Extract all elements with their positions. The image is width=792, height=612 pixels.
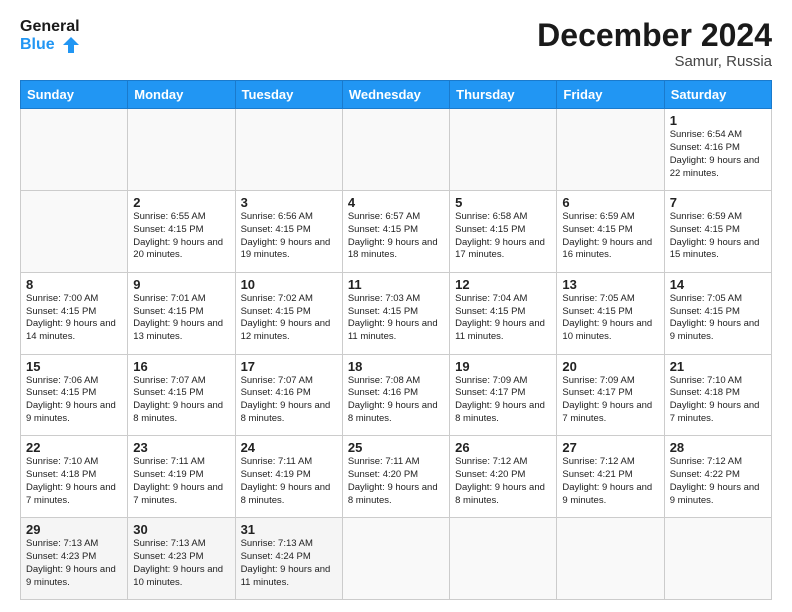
calendar-cell: 21Sunrise: 7:10 AMSunset: 4:18 PMDayligh…: [664, 354, 771, 436]
calendar-cell: 14Sunrise: 7:05 AMSunset: 4:15 PMDayligh…: [664, 272, 771, 354]
calendar-cell: 29Sunrise: 7:13 AMSunset: 4:23 PMDayligh…: [21, 518, 128, 600]
empty-cell: [128, 109, 235, 191]
calendar-cell: 17Sunrise: 7:07 AMSunset: 4:16 PMDayligh…: [235, 354, 342, 436]
empty-cell: [21, 109, 128, 191]
calendar-cell: 22Sunrise: 7:10 AMSunset: 4:18 PMDayligh…: [21, 436, 128, 518]
day-header: Friday: [557, 81, 664, 109]
empty-cell: [235, 109, 342, 191]
calendar-cell: 8Sunrise: 7:00 AMSunset: 4:15 PMDaylight…: [21, 272, 128, 354]
calendar-cell: 25Sunrise: 7:11 AMSunset: 4:20 PMDayligh…: [342, 436, 449, 518]
day-header: Wednesday: [342, 81, 449, 109]
day-header: Sunday: [21, 81, 128, 109]
calendar-cell: 12Sunrise: 7:04 AMSunset: 4:15 PMDayligh…: [450, 272, 557, 354]
day-header: Monday: [128, 81, 235, 109]
empty-cell: [342, 109, 449, 191]
calendar-cell: 31Sunrise: 7:13 AMSunset: 4:24 PMDayligh…: [235, 518, 342, 600]
title-block: December 2024 Samur, Russia: [537, 18, 772, 70]
calendar-cell: 4Sunrise: 6:57 AMSunset: 4:15 PMDaylight…: [342, 190, 449, 272]
calendar-cell: 23Sunrise: 7:11 AMSunset: 4:19 PMDayligh…: [128, 436, 235, 518]
month-title: December 2024: [537, 18, 772, 53]
calendar-cell: 3Sunrise: 6:56 AMSunset: 4:15 PMDaylight…: [235, 190, 342, 272]
calendar-cell: 18Sunrise: 7:08 AMSunset: 4:16 PMDayligh…: [342, 354, 449, 436]
calendar-table: SundayMondayTuesdayWednesdayThursdayFrid…: [20, 80, 772, 600]
location: Samur, Russia: [537, 53, 772, 70]
day-header: Tuesday: [235, 81, 342, 109]
empty-cell: [450, 109, 557, 191]
calendar-cell: 1Sunrise: 6:54 AMSunset: 4:16 PMDaylight…: [664, 109, 771, 191]
page-header: General Blue December 2024 Samur, Russia: [20, 18, 772, 70]
calendar-cell: [21, 190, 128, 272]
day-header: Saturday: [664, 81, 771, 109]
calendar-cell: 27Sunrise: 7:12 AMSunset: 4:21 PMDayligh…: [557, 436, 664, 518]
calendar-cell: 28Sunrise: 7:12 AMSunset: 4:22 PMDayligh…: [664, 436, 771, 518]
calendar-cell: [557, 518, 664, 600]
logo: General Blue: [20, 18, 80, 54]
calendar-cell: 6Sunrise: 6:59 AMSunset: 4:15 PMDaylight…: [557, 190, 664, 272]
calendar-cell: 30Sunrise: 7:13 AMSunset: 4:23 PMDayligh…: [128, 518, 235, 600]
calendar-cell: [450, 518, 557, 600]
calendar-cell: 11Sunrise: 7:03 AMSunset: 4:15 PMDayligh…: [342, 272, 449, 354]
calendar-cell: 24Sunrise: 7:11 AMSunset: 4:19 PMDayligh…: [235, 436, 342, 518]
calendar-cell: 2Sunrise: 6:55 AMSunset: 4:15 PMDaylight…: [128, 190, 235, 272]
calendar-cell: 13Sunrise: 7:05 AMSunset: 4:15 PMDayligh…: [557, 272, 664, 354]
calendar-cell: 5Sunrise: 6:58 AMSunset: 4:15 PMDaylight…: [450, 190, 557, 272]
calendar-cell: [342, 518, 449, 600]
calendar-cell: 26Sunrise: 7:12 AMSunset: 4:20 PMDayligh…: [450, 436, 557, 518]
calendar-cell: 9Sunrise: 7:01 AMSunset: 4:15 PMDaylight…: [128, 272, 235, 354]
calendar-cell: [664, 518, 771, 600]
day-header: Thursday: [450, 81, 557, 109]
calendar-cell: 20Sunrise: 7:09 AMSunset: 4:17 PMDayligh…: [557, 354, 664, 436]
empty-cell: [557, 109, 664, 191]
calendar-cell: 19Sunrise: 7:09 AMSunset: 4:17 PMDayligh…: [450, 354, 557, 436]
calendar-cell: 10Sunrise: 7:02 AMSunset: 4:15 PMDayligh…: [235, 272, 342, 354]
calendar-cell: 7Sunrise: 6:59 AMSunset: 4:15 PMDaylight…: [664, 190, 771, 272]
calendar-cell: 16Sunrise: 7:07 AMSunset: 4:15 PMDayligh…: [128, 354, 235, 436]
calendar-cell: 15Sunrise: 7:06 AMSunset: 4:15 PMDayligh…: [21, 354, 128, 436]
